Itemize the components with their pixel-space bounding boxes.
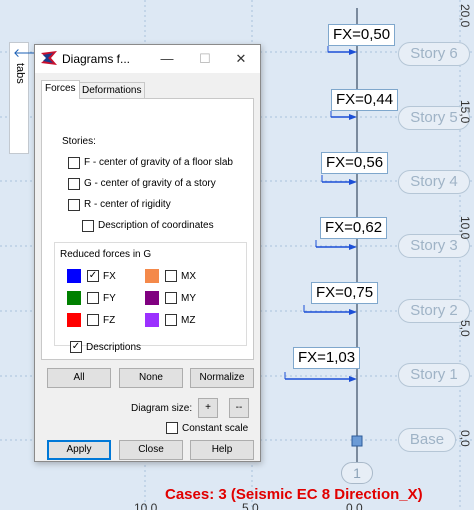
reduced-forces-label: Reduced forces in G xyxy=(60,249,152,260)
fz-color-swatch[interactable] xyxy=(67,313,81,327)
checkbox-my[interactable] xyxy=(165,292,177,304)
close-window-button[interactable]: ✕ xyxy=(231,49,251,69)
tabs-strip[interactable]: 🡐 tabs xyxy=(9,42,45,154)
mx-label: MX xyxy=(181,271,196,282)
force-arrow-story-1[interactable] xyxy=(284,372,357,382)
mz-color-swatch[interactable] xyxy=(145,313,159,327)
right-scale-15: 15,0 xyxy=(458,100,472,124)
story-label-base[interactable]: Base xyxy=(398,428,456,452)
constant-scale-label: Constant scale xyxy=(182,423,249,434)
fz-label: FZ xyxy=(103,315,116,326)
checkbox-story-r[interactable] xyxy=(68,199,80,211)
story-g-label: G - center of gravity of a story xyxy=(84,178,216,189)
fy-color-swatch[interactable] xyxy=(67,291,81,305)
force-arrow-story-2[interactable] xyxy=(303,305,357,315)
base-node[interactable] xyxy=(351,435,363,447)
tabs-label: tabs xyxy=(14,63,26,84)
force-arrow-story-5[interactable] xyxy=(330,111,357,120)
tab-forces[interactable]: Forces xyxy=(41,80,80,99)
fx-color-swatch[interactable] xyxy=(67,269,81,283)
help-button[interactable]: Help xyxy=(190,440,254,460)
none-button[interactable]: None xyxy=(119,368,183,388)
force-arrow-story-4[interactable] xyxy=(321,175,357,185)
story-f-label: F - center of gravity of a floor slab xyxy=(84,157,233,168)
checkbox-fx[interactable]: ✓ xyxy=(87,270,99,282)
axis-bubble[interactable]: 1 xyxy=(341,462,373,484)
diagram-size-label: Diagram size: xyxy=(131,403,193,414)
fx-label-story-2: FX=0,75 xyxy=(311,282,379,304)
checkbox-mx[interactable] xyxy=(165,270,177,282)
fx-label-story-3: FX=0,62 xyxy=(320,217,388,239)
checkbox-fy[interactable] xyxy=(87,292,99,304)
fx-label-story-6: FX=0,50 xyxy=(328,24,396,46)
checkbox-story-f[interactable] xyxy=(68,157,80,169)
close-button[interactable]: Close xyxy=(119,440,183,460)
right-scale-5: 5,0 xyxy=(458,320,472,337)
fx-label-story-1: FX=1,03 xyxy=(293,347,361,369)
normalize-button[interactable]: Normalize xyxy=(190,368,254,388)
my-color-swatch[interactable] xyxy=(145,291,159,305)
checkbox-constant-scale[interactable] xyxy=(166,422,178,434)
description-of-coordinates-label: Description of coordinates xyxy=(98,220,214,231)
tab-deformations[interactable]: Deformations xyxy=(78,82,146,99)
fx-label: FX xyxy=(103,271,116,282)
story-r-label: R - center of rigidity xyxy=(84,199,171,210)
dialog-titlebar[interactable]: Diagrams f... — ☐ ✕ xyxy=(35,45,260,73)
mz-label: MZ xyxy=(181,315,196,326)
my-label: MY xyxy=(181,293,196,304)
fx-label-story-5: FX=0,44 xyxy=(331,89,399,111)
checkbox-description-of-coordinates[interactable] xyxy=(82,220,94,232)
checkbox-mz[interactable] xyxy=(165,314,177,326)
size-decrease-button[interactable]: -- xyxy=(229,398,249,418)
mx-color-swatch[interactable] xyxy=(145,269,159,283)
maximize-button[interactable]: ☐ xyxy=(195,49,215,69)
fy-label: FY xyxy=(103,293,116,304)
story-label-1[interactable]: Story 1 xyxy=(398,363,470,387)
force-arrow-story-3[interactable] xyxy=(315,240,357,250)
fx-label-story-4: FX=0,56 xyxy=(321,152,389,174)
size-increase-button[interactable]: + xyxy=(198,398,218,418)
dialog-title: Diagrams f... xyxy=(62,52,131,66)
force-arrow-story-6[interactable] xyxy=(327,46,357,55)
right-scale-10: 10,0 xyxy=(458,216,472,240)
cases-caption: Cases: 3 (Seismic EC 8 Direction_X) xyxy=(165,486,423,503)
descriptions-label: Descriptions xyxy=(86,342,142,353)
stories-label: Stories: xyxy=(62,136,96,147)
all-button[interactable]: All xyxy=(47,368,111,388)
apply-button[interactable]: Apply xyxy=(47,440,111,460)
checkbox-fz[interactable] xyxy=(87,314,99,326)
checkbox-story-g[interactable] xyxy=(68,178,80,190)
story-label-6[interactable]: Story 6 xyxy=(398,42,470,66)
app-logo-icon xyxy=(41,51,57,65)
right-scale-0: 0,0 xyxy=(458,430,472,447)
diagrams-dialog: Diagrams f... — ☐ ✕ Forces Deformations … xyxy=(34,44,261,462)
checkbox-descriptions[interactable]: ✓ xyxy=(70,341,82,353)
forces-panel: Stories: F - center of gravity of a floo… xyxy=(41,98,254,360)
story-label-4[interactable]: Story 4 xyxy=(398,170,470,194)
minimize-button[interactable]: — xyxy=(157,49,177,69)
bottom-scale-10: 10,0 xyxy=(134,501,158,510)
right-scale-20: 20,0 xyxy=(458,4,472,28)
